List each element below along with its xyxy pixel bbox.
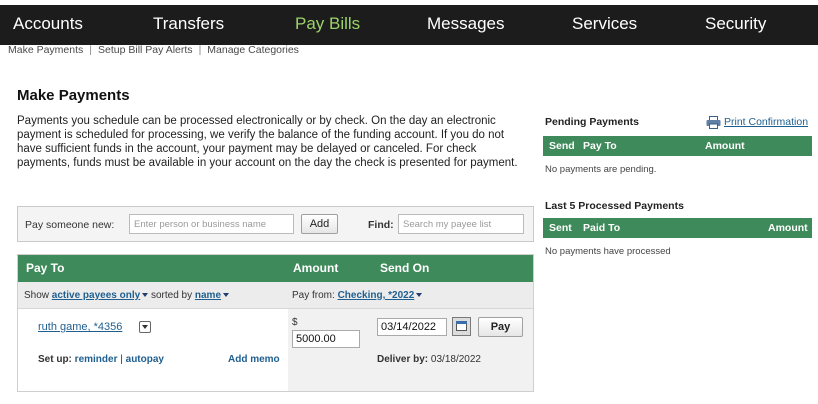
intro-text: Payments you schedule can be processed e… (17, 115, 518, 169)
payee-menu-button[interactable] (139, 321, 151, 333)
deliver-by: Deliver by: 03/18/2022 (377, 354, 481, 365)
pending-header-pay-to: Pay To (583, 140, 617, 152)
subnav-setup-alerts[interactable]: Setup Bill Pay Alerts (98, 44, 193, 56)
chevron-down-icon (223, 293, 230, 298)
nav-messages[interactable]: Messages (427, 14, 504, 34)
payee-name-input[interactable] (129, 214, 294, 234)
autopay-link[interactable]: autopay (126, 354, 164, 365)
payee-table-header: Pay To Amount Send On (18, 255, 533, 282)
sort-field-dropdown[interactable]: name (195, 290, 221, 301)
pay-from: Pay from: Checking, *2022 (292, 290, 423, 301)
show-label: Show (24, 290, 50, 301)
pending-table-header: Send Pay To Amount (543, 136, 812, 156)
processed-payments-title: Last 5 Processed Payments (545, 200, 684, 212)
processed-empty-message: No payments have processed (545, 246, 671, 257)
nav-transfers[interactable]: Transfers (153, 14, 224, 34)
print-confirmation-link[interactable]: Print Confirmation (724, 116, 808, 128)
header-pay-to: Pay To (26, 261, 65, 275)
pending-empty-message: No payments are pending. (545, 164, 657, 175)
deliver-by-date: 03/18/2022 (430, 354, 481, 365)
active-payees-dropdown[interactable]: active payees only (52, 290, 140, 301)
nav-security[interactable]: Security (705, 14, 766, 34)
add-payee-button[interactable]: Add (301, 214, 338, 234)
subnav-manage-categories[interactable]: Manage Categories (207, 44, 299, 56)
processed-header-sent: Sent (549, 222, 572, 234)
filter-row: Show active payees only sorted by name P… (18, 282, 533, 309)
setup-label: Set up: (38, 354, 72, 365)
processed-header-amount: Amount (768, 222, 808, 234)
pending-payments-title: Pending Payments (545, 116, 639, 128)
page-title: Make Payments (17, 87, 130, 104)
payee-link[interactable]: ruth game, *4356 (38, 321, 122, 333)
printer-icon[interactable] (706, 116, 721, 129)
processed-table-header: Sent Paid To Amount (543, 218, 812, 238)
setup-options: Set up: reminder | autopay (38, 354, 164, 365)
pay-someone-new-bar: Pay someone new: Add Find: (17, 206, 534, 242)
find-payee-input[interactable] (398, 214, 524, 234)
pay-button[interactable]: Pay (478, 317, 523, 337)
chevron-down-icon (142, 325, 148, 329)
header-send-on: Send On (380, 261, 430, 275)
calendar-header (456, 321, 467, 324)
send-on-date-input[interactable] (377, 318, 447, 336)
subnav-make-payments[interactable]: Make Payments (8, 44, 83, 56)
subnav-separator: | (89, 44, 93, 56)
currency-symbol: $ (292, 317, 298, 328)
calendar-icon[interactable] (452, 317, 471, 336)
find-label: Find: (368, 219, 394, 231)
chevron-down-icon (416, 293, 423, 298)
processed-header-paid-to: Paid To (583, 222, 621, 234)
reminder-link[interactable]: reminder (75, 354, 118, 365)
payee-filter: Show active payees only sorted by name (24, 290, 230, 301)
chevron-down-icon (142, 293, 149, 298)
deliver-by-label: Deliver by: (377, 354, 429, 365)
subnav-separator: | (198, 44, 202, 56)
setup-separator: | (120, 354, 123, 365)
pending-header-amount: Amount (705, 140, 745, 152)
pay-from-label: Pay from: (292, 290, 335, 301)
pay-someone-new-label: Pay someone new: (25, 219, 115, 231)
sorted-by-label: sorted by (150, 290, 193, 301)
top-nav: Accounts Transfers Pay Bills Messages Se… (0, 5, 818, 45)
nav-accounts[interactable]: Accounts (13, 14, 83, 34)
add-memo-link[interactable]: Add memo (228, 354, 280, 365)
payee-table: Pay To Amount Send On Show active payees… (17, 254, 534, 392)
nav-services[interactable]: Services (572, 14, 637, 34)
header-amount: Amount (293, 261, 339, 275)
pending-header-send: Send (549, 140, 575, 152)
amount-input[interactable] (292, 330, 360, 348)
pay-from-account-dropdown[interactable]: Checking, *2022 (338, 290, 415, 301)
nav-pay-bills[interactable]: Pay Bills (295, 14, 360, 34)
sub-nav: Make Payments | Setup Bill Pay Alerts | Mana… (8, 44, 299, 56)
